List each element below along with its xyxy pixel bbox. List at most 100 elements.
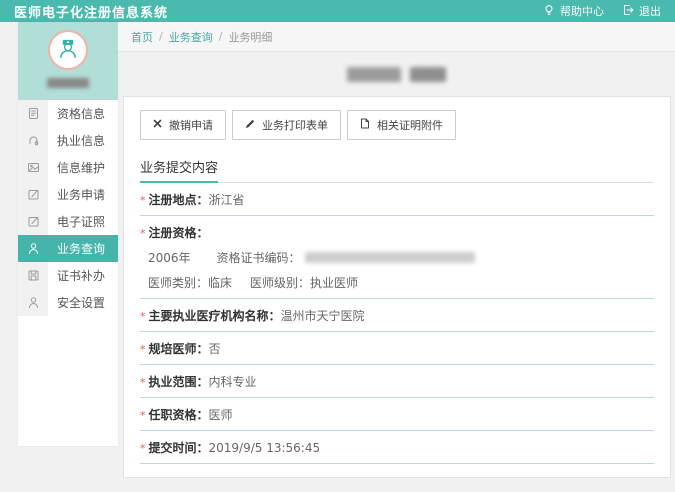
cert-code-label: 资格证书编码：: [217, 249, 301, 266]
sidebar-item-qualification-info[interactable]: 资格信息: [18, 100, 118, 127]
sidebar-item-business-query[interactable]: 业务查询: [18, 235, 118, 262]
breadcrumb-business-query[interactable]: 业务查询: [169, 29, 213, 45]
print-form-button[interactable]: 业务打印表单: [232, 110, 341, 140]
sidebar-item-label: 安全设置: [48, 289, 118, 316]
redacted-title-block: [347, 67, 401, 82]
sidebar-item-label: 业务申请: [48, 181, 118, 208]
page-title-area: [118, 52, 675, 96]
field-label: 注册资格：: [149, 226, 209, 240]
sidebar-item-label: 电子证照: [48, 208, 118, 235]
page-body: 资格信息 执业信息 信息维护: [0, 22, 675, 492]
qualification-cert-line: 2006年 资格证书编码：: [140, 241, 654, 266]
logout-icon: [622, 4, 634, 19]
image-icon: [18, 154, 48, 181]
field-registration-qualification: *注册资格： 2006年 资格证书编码： 医师类别： 临床 医师级别：: [140, 216, 654, 299]
field-label: 执业范围：: [149, 375, 209, 389]
required-marker: *: [140, 442, 146, 455]
lightbulb-icon: [543, 4, 555, 19]
help-center-label: 帮助中心: [560, 3, 604, 19]
logout-label: 退出: [639, 3, 661, 19]
header-actions: 帮助中心 退出: [543, 3, 661, 19]
redacted-user-name: [47, 78, 89, 88]
submission-section-title: 业务提交内容: [140, 157, 218, 183]
sidebar-menu: 资格信息 执业信息 信息维护: [18, 100, 118, 316]
qualification-type-line: 医师类别： 临床 医师级别： 执业医师: [140, 266, 654, 291]
required-marker: *: [140, 227, 146, 240]
doctor-level-value: 执业医师: [310, 274, 358, 291]
profile-panel: [18, 22, 118, 100]
field-main-practice-org: *主要执业医疗机构名称：温州市天宁医院: [140, 299, 654, 332]
edit-icon: [18, 208, 48, 235]
submission-fields: *注册地点：浙江省 *注册资格： 2006年 资格证书编码：: [140, 183, 654, 464]
field-value: 内科专业: [209, 375, 257, 389]
sidebar-item-security-settings[interactable]: 安全设置: [18, 289, 118, 316]
avatar: [48, 30, 88, 70]
breadcrumb-home[interactable]: 首页: [131, 29, 153, 45]
field-label: 规培医师：: [149, 342, 209, 356]
field-trainee-doctor: *规培医师：否: [140, 332, 654, 365]
redacted-cert-code: [305, 252, 475, 263]
document-icon: [18, 100, 48, 127]
field-label: 任职资格：: [149, 408, 209, 422]
field-job-qualification: *任职资格：医师: [140, 398, 654, 431]
field-value: 浙江省: [209, 193, 245, 207]
field-value: 否: [209, 342, 221, 356]
qualification-year: 2006年: [148, 249, 191, 266]
required-marker: *: [140, 310, 146, 323]
detail-card: 撤销申请 业务打印表单 相关证明附件: [123, 96, 671, 478]
app-window: 医师电子化注册信息系统 帮助中心 退出: [0, 0, 675, 492]
breadcrumb-separator: /: [159, 30, 163, 43]
sidebar-item-label: 证书补办: [48, 262, 118, 289]
doctor-type-value: 临床: [208, 274, 232, 291]
sidebar-item-label: 信息维护: [48, 154, 118, 181]
submission-section: 业务提交内容 *注册地点：浙江省 *注册资格： 2006年: [140, 157, 654, 464]
breadcrumb-separator: /: [219, 30, 223, 43]
save-icon: [18, 262, 48, 289]
sidebar-item-label: 执业信息: [48, 127, 118, 154]
sidebar-item-electronic-certificate[interactable]: 电子证照: [18, 208, 118, 235]
doctor-icon: [56, 36, 80, 64]
logout-button[interactable]: 退出: [622, 3, 661, 19]
required-marker: *: [140, 409, 146, 422]
sidebar-item-practice-info[interactable]: 执业信息: [18, 127, 118, 154]
top-header-bar: 医师电子化注册信息系统 帮助中心 退出: [0, 0, 675, 22]
help-center-button[interactable]: 帮助中心: [543, 3, 604, 19]
required-marker: *: [140, 376, 146, 389]
required-marker: *: [140, 343, 146, 356]
person-icon: [18, 289, 48, 316]
edit-icon: [18, 181, 48, 208]
doctor-type-label: 医师类别：: [148, 274, 208, 291]
field-label: 注册地点：: [149, 193, 209, 207]
button-label: 撤销申请: [169, 117, 213, 133]
toolbar: 撤销申请 业务打印表单 相关证明附件: [140, 110, 654, 140]
redacted-title-block: [410, 67, 446, 82]
sidebar-item-label: 资格信息: [48, 100, 118, 127]
field-value: 医师: [209, 408, 233, 422]
app-title: 医师电子化注册信息系统: [14, 2, 168, 21]
breadcrumb: 首页 / 业务查询 / 业务明细: [118, 22, 675, 52]
field-label: 主要执业医疗机构名称：: [149, 309, 281, 323]
cancel-application-button[interactable]: 撤销申请: [140, 110, 226, 140]
required-marker: *: [140, 194, 146, 207]
field-value: 2019/9/5 13:56:45: [209, 441, 321, 455]
attachments-button[interactable]: 相关证明附件: [347, 110, 456, 140]
field-label: 提交时间：: [149, 441, 209, 455]
sidebar-item-certificate-reissue[interactable]: 证书补办: [18, 262, 118, 289]
sidebar: 资格信息 执业信息 信息维护: [18, 22, 118, 446]
field-practice-scope: *执业范围：内科专业: [140, 365, 654, 398]
doctor-level-label: 医师级别：: [250, 274, 310, 291]
field-registration-location: *注册地点：浙江省: [140, 183, 654, 216]
button-label: 相关证明附件: [377, 117, 443, 133]
headset-icon: [18, 127, 48, 154]
sidebar-item-business-application[interactable]: 业务申请: [18, 181, 118, 208]
x-icon: [153, 119, 162, 131]
main-area: 首页 / 业务查询 / 业务明细 撤销申请: [118, 22, 675, 492]
breadcrumb-current: 业务明细: [228, 29, 272, 45]
sidebar-item-info-maintenance[interactable]: 信息维护: [18, 154, 118, 181]
field-submit-time: *提交时间：2019/9/5 13:56:45: [140, 431, 654, 464]
button-label: 业务打印表单: [262, 117, 328, 133]
file-icon: [360, 118, 370, 132]
field-value: 温州市天宁医院: [281, 309, 365, 323]
person-icon: [18, 235, 48, 262]
sidebar-item-label: 业务查询: [48, 235, 118, 262]
